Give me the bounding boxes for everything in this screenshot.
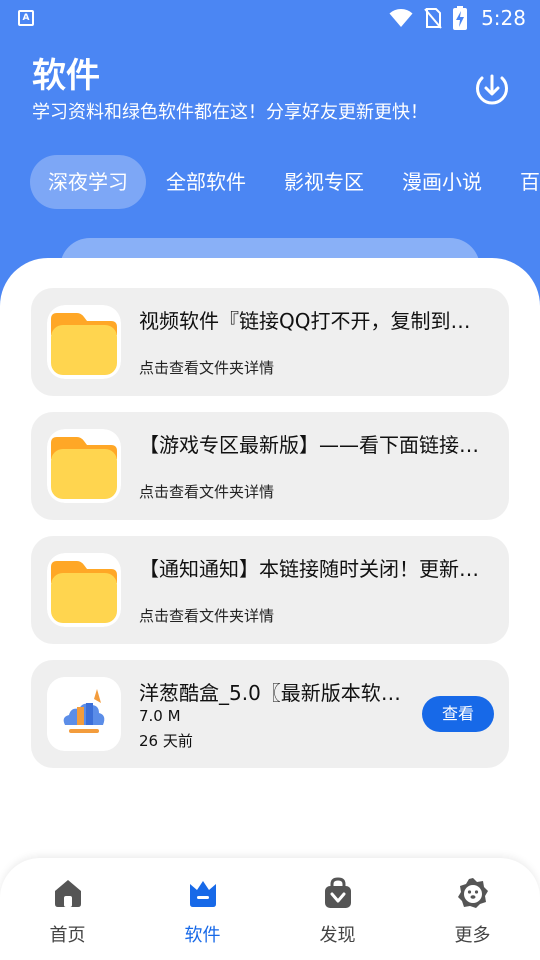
folder-title: 视频软件『链接QQ打不开，复制到浏览器打开』 — [139, 309, 489, 333]
tab-more-partial[interactable]: 百 — [502, 155, 540, 209]
software-icon — [189, 881, 216, 907]
status-bar: A 5:28 — [0, 0, 540, 36]
folder-subtitle: 点击查看文件夹详情 — [139, 359, 275, 377]
app-size: 7.0 M — [139, 707, 181, 725]
folder-icon — [47, 429, 121, 503]
app-notification-icon: A — [18, 10, 34, 26]
app-logo-icon — [47, 677, 121, 751]
header-title-block: 软件 学习资料和绿色软件都在这！分享好友更新更快！ — [32, 54, 428, 126]
folder-card[interactable]: 【游戏专区最新版】——看下面链接打开 点击查看文件夹详情 — [31, 412, 509, 520]
status-time: 5:28 — [481, 6, 526, 30]
nav-label: 更多 — [454, 925, 491, 946]
page-title: 软件 — [32, 56, 100, 96]
tab-all-software[interactable]: 全部软件 — [148, 155, 264, 209]
app-updated-time: 26 天前 — [139, 732, 193, 750]
no-sim-icon — [424, 8, 442, 29]
view-button[interactable]: 查看 — [422, 696, 494, 732]
nav-more[interactable]: 更多 — [405, 858, 540, 960]
download-circle-icon — [476, 74, 508, 105]
bottom-nav: 首页 软件 发现 更多 — [0, 858, 540, 960]
tab-film-tv[interactable]: 影视专区 — [266, 155, 382, 209]
nav-label: 发现 — [319, 925, 356, 946]
nav-software[interactable]: 软件 — [135, 858, 270, 960]
folder-title: 【通知通知】本链接随时关闭！更新请加群 — [139, 557, 489, 581]
folder-card[interactable]: 视频软件『链接QQ打不开，复制到浏览器打开』 点击查看文件夹详情 — [31, 288, 509, 396]
nav-home[interactable]: 首页 — [0, 858, 135, 960]
app-card[interactable]: 洋葱酷盒_5.0〖最新版本软件〗 7.0 M 26 天前 查看 — [31, 660, 509, 768]
folder-subtitle: 点击查看文件夹详情 — [139, 483, 275, 501]
app-title: 洋葱酷盒_5.0〖最新版本软件〗 — [139, 681, 409, 705]
folder-title: 【游戏专区最新版】——看下面链接打开 — [139, 433, 489, 457]
nav-discover[interactable]: 发现 — [270, 858, 405, 960]
category-tabs: 深夜学习 全部软件 影视专区 漫画小说 百 — [30, 154, 540, 210]
folder-icon — [47, 553, 121, 627]
folder-subtitle: 点击查看文件夹详情 — [139, 607, 275, 625]
more-bear-icon — [457, 878, 488, 908]
folder-card[interactable]: 【通知通知】本链接随时关闭！更新请加群 点击查看文件夹详情 — [31, 536, 509, 644]
page-subtitle: 学习资料和绿色软件都在这！分享好友更新更快！ — [32, 102, 428, 123]
download-button[interactable] — [474, 70, 510, 106]
wifi-icon — [389, 9, 413, 27]
discover-bag-icon — [324, 877, 351, 908]
content-panel: 视频软件『链接QQ打不开，复制到浏览器打开』 点击查看文件夹详情 【游戏专区最新… — [0, 258, 540, 878]
nav-label: 软件 — [184, 925, 221, 946]
tab-comics-novels[interactable]: 漫画小说 — [384, 155, 500, 209]
status-icons: 5:28 — [389, 5, 526, 31]
home-icon — [54, 880, 81, 907]
battery-charging-icon — [453, 6, 468, 30]
folder-icon — [47, 305, 121, 379]
nav-label: 首页 — [49, 925, 86, 946]
tab-late-night-study[interactable]: 深夜学习 — [30, 155, 146, 209]
